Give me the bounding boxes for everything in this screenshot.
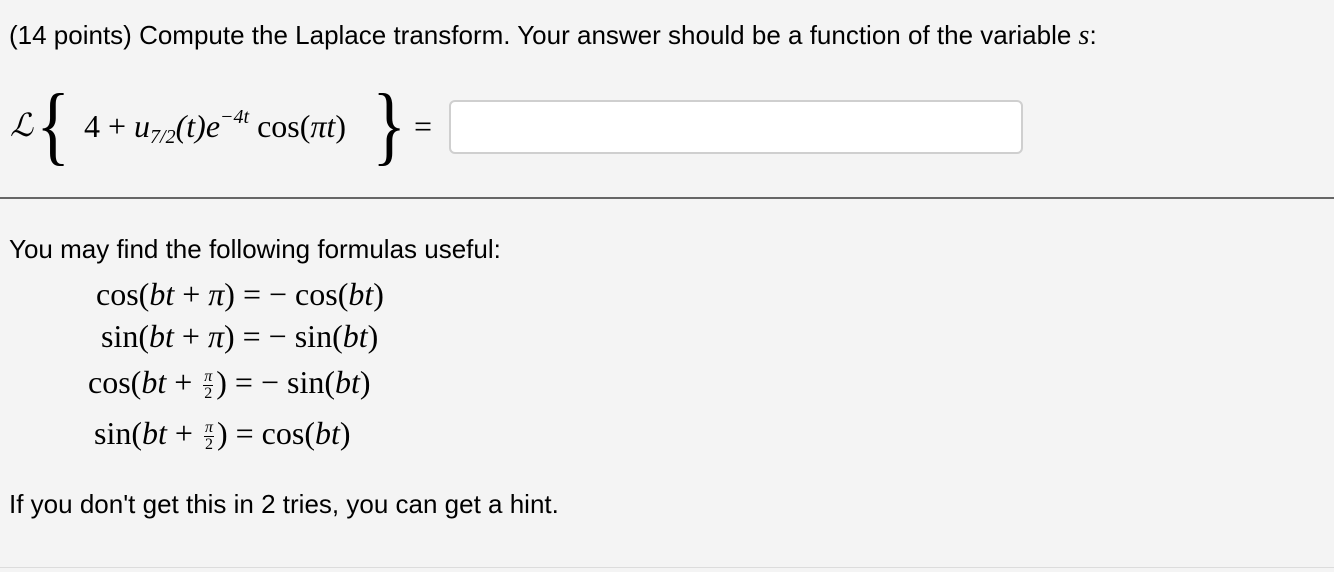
laplace-equation-row: ℒ { 4 + u7/2(t)e−4t cos(πt) } = bbox=[8, 82, 1108, 178]
f1-fn: cos( bbox=[96, 276, 150, 312]
laplace-operator: ℒ bbox=[10, 107, 34, 143]
f2-shift: π bbox=[207, 318, 224, 354]
f1-rhs-bt: bt bbox=[348, 276, 374, 312]
f2-bt: bt bbox=[149, 318, 174, 354]
hint-text: If you don't get this in 2 tries, you ca… bbox=[9, 489, 559, 519]
prompt-text: (14 points) Compute the Laplace transfor… bbox=[9, 20, 1079, 50]
f3-bt: bt bbox=[141, 364, 167, 400]
left-brace: { bbox=[36, 77, 71, 174]
f4-bt: bt bbox=[142, 415, 167, 451]
prompt-variable: s bbox=[1078, 20, 1090, 51]
f1-rhs-close: ) bbox=[373, 276, 384, 312]
f3-frac-den: 2 bbox=[204, 385, 213, 403]
section-divider bbox=[0, 197, 1334, 199]
f3-fraction: π2 bbox=[203, 368, 214, 403]
f3-frac-num: π bbox=[203, 368, 214, 387]
f2-rhs-fn: sin( bbox=[294, 318, 343, 354]
answer-input[interactable] bbox=[449, 100, 1023, 154]
f4-frac-den: 2 bbox=[204, 436, 213, 454]
laplace-expression: 4 + u7/2(t)e−4t cos(πt) bbox=[84, 106, 346, 149]
expr-step-function: u bbox=[134, 108, 151, 144]
f2-rhs-eq: = − bbox=[234, 318, 295, 354]
expr-cos-close: ) bbox=[335, 108, 346, 144]
f3-rhs-eq: = − bbox=[226, 364, 288, 400]
f2-close: ) bbox=[223, 318, 235, 354]
f2-rhs-close: ) bbox=[367, 318, 379, 354]
f3-rhs-bt: bt bbox=[335, 364, 360, 400]
f3-close: ) bbox=[216, 364, 227, 400]
f4-fn: sin( bbox=[94, 415, 142, 451]
expr-cos-open: cos( bbox=[257, 108, 311, 144]
f1-close: ) bbox=[224, 276, 235, 312]
expr-plus: + bbox=[108, 108, 127, 144]
expr-exp-base: e bbox=[205, 108, 221, 144]
f2-rhs-bt: bt bbox=[342, 318, 368, 354]
f4-rhs-bt: bt bbox=[314, 415, 340, 451]
f4-fraction: π2 bbox=[203, 419, 214, 454]
formula-cos-shift-half-pi: cos(bt + π 2) = − sin(bt) bbox=[88, 364, 371, 402]
f3-fn: cos( bbox=[88, 364, 142, 400]
f1-rhs-eq: = − bbox=[234, 276, 296, 312]
problem-prompt: (14 points) Compute the Laplace transfor… bbox=[9, 18, 1097, 53]
expr-pi: π bbox=[310, 108, 327, 144]
f4-rhs-close: ) bbox=[339, 415, 351, 451]
f4-rhs-fn: cos( bbox=[261, 415, 315, 451]
f1-plus: + bbox=[174, 276, 209, 312]
expr-step-subscript: 7/2 bbox=[150, 126, 176, 148]
right-brace: } bbox=[372, 77, 407, 174]
expr-step-arg: (t) bbox=[175, 108, 206, 144]
expr-constant: 4 bbox=[84, 108, 100, 144]
formula-sin-shift-half-pi: sin(bt + π 2) = cos(bt) bbox=[94, 415, 351, 453]
f3-rhs-fn: sin( bbox=[287, 364, 336, 400]
equals-sign: = bbox=[414, 108, 433, 144]
formula-cos-shift-pi: cos(bt + π) = − cos(bt) bbox=[96, 276, 384, 313]
f3-rhs-close: ) bbox=[359, 364, 371, 400]
f2-fn: sin( bbox=[101, 318, 149, 354]
f1-bt: bt bbox=[149, 276, 175, 312]
f3-plus: + bbox=[166, 364, 201, 400]
f4-plus: + bbox=[166, 415, 201, 451]
f1-shift: π bbox=[208, 276, 225, 312]
f4-frac-num: π bbox=[203, 419, 214, 438]
expr-t: t bbox=[326, 108, 336, 144]
f4-rhs-eq: = bbox=[227, 415, 262, 451]
f2-plus: + bbox=[173, 318, 208, 354]
f1-rhs-fn: cos( bbox=[295, 276, 349, 312]
prompt-suffix: : bbox=[1089, 20, 1097, 50]
f4-close: ) bbox=[216, 415, 228, 451]
expr-exp-power: −4t bbox=[220, 106, 250, 128]
formulas-intro: You may find the following formulas usef… bbox=[9, 234, 501, 264]
formula-sin-shift-pi: sin(bt + π) = − sin(bt) bbox=[101, 318, 378, 355]
bottom-divider bbox=[0, 567, 1334, 568]
